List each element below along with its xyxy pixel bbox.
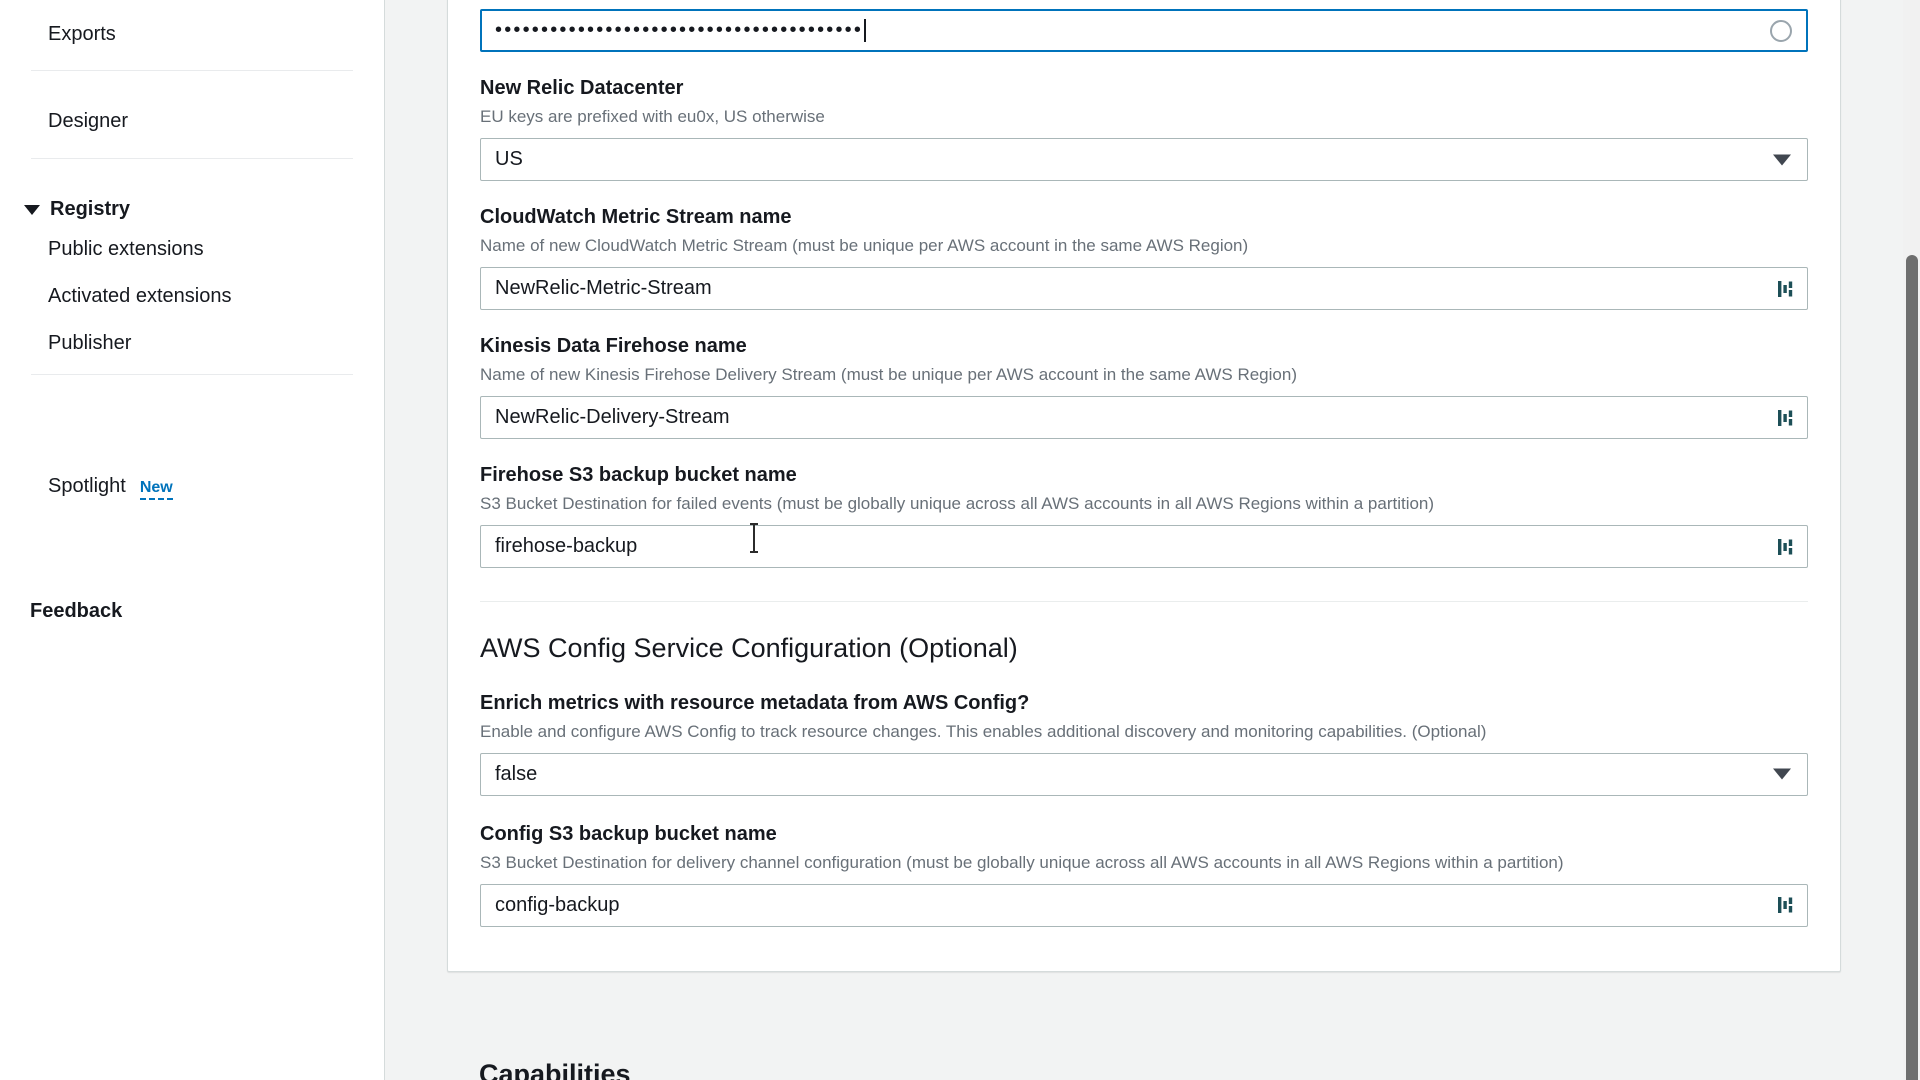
field-enrich-metrics: Enrich metrics with resource metadata fr… (480, 691, 1808, 796)
metric-stream-name-input[interactable] (480, 267, 1808, 311)
capabilities-heading: Capabilities (479, 1059, 631, 1080)
autofill-icon[interactable] (1776, 536, 1796, 558)
autofill-icon[interactable] (1776, 894, 1796, 916)
sidebar-item-public-extensions[interactable]: Public extensions (48, 238, 204, 261)
metric-stream-name-description: Name of new CloudWatch Metric Stream (mu… (480, 236, 1249, 256)
sidebar-item-feedback-label: Feedback (30, 600, 123, 622)
field-api-key: •••••••••••••••••••••••••••••••••••••••• (480, 0, 1808, 52)
firehose-s3-bucket-label: Firehose S3 backup bucket name (480, 464, 797, 487)
sidebar-item-publisher-label: Publisher (48, 332, 132, 354)
parameters-card: ••••••••••••••••••••••••••••••••••••••••… (447, 0, 1841, 972)
main-content-area: ••••••••••••••••••••••••••••••••••••••••… (385, 0, 1920, 1080)
chevron-down-icon (1773, 154, 1791, 166)
aws-config-section-title: AWS Config Service Configuration (Option… (480, 633, 1018, 664)
field-config-s3-bucket: Config S3 backup bucket name S3 Bucket D… (480, 822, 1808, 971)
chevron-down-icon (24, 204, 40, 215)
sidebar-item-exports[interactable]: Exports (48, 23, 116, 46)
sidebar-item-public-extensions-label: Public extensions (48, 238, 204, 260)
chevron-down-icon (1773, 768, 1791, 780)
sidebar-item-activated-extensions[interactable]: Activated extensions (48, 285, 231, 308)
section-divider (480, 601, 1808, 603)
sidebar-group-registry-label: Registry (50, 198, 131, 220)
text-caret (864, 19, 867, 42)
field-firehose-s3-bucket: Firehose S3 backup bucket name S3 Bucket… (480, 463, 1808, 569)
sidebar-divider-1 (31, 70, 353, 71)
enrich-metrics-description: Enable and configure AWS Config to track… (480, 721, 1487, 741)
new-relic-datacenter-value: US (495, 148, 523, 171)
sidebar-divider-3 (31, 374, 353, 375)
sidebar-item-feedback[interactable]: Feedback (30, 600, 122, 623)
sidebar-item-spotlight[interactable]: Spotlight New (48, 475, 173, 500)
config-s3-bucket-input-wrap (480, 883, 1808, 927)
new-relic-datacenter-select[interactable]: US (480, 138, 1808, 182)
cloudformation-quick-create-page: Exports Designer Registry Public extensi… (0, 0, 1920, 1080)
firehose-name-input-wrap (480, 396, 1808, 440)
field-firehose-name: Kinesis Data Firehose name Name of new K… (480, 334, 1808, 440)
firehose-name-input[interactable] (480, 396, 1808, 440)
new-relic-datacenter-label: New Relic Datacenter (480, 77, 684, 99)
aws-config-section: AWS Config Service Configuration (Option… (480, 632, 1808, 971)
api-key-input[interactable]: •••••••••••••••••••••••••••••••••••••••• (480, 9, 1808, 52)
sidebar-item-exports-label: Exports (48, 23, 116, 45)
enrich-metrics-select[interactable]: false (480, 752, 1808, 796)
config-s3-bucket-label: Config S3 backup bucket name (480, 822, 777, 845)
metric-stream-name-input-wrap (480, 267, 1808, 311)
sidebar-item-designer-label: Designer (48, 110, 129, 132)
left-sidebar-navigation: Exports Designer Registry Public extensi… (0, 0, 385, 1080)
metric-stream-name-label: CloudWatch Metric Stream name (480, 206, 792, 229)
firehose-s3-bucket-description: S3 Bucket Destination for failed events … (480, 494, 1435, 514)
new-badge[interactable]: New (139, 479, 173, 500)
sidebar-group-registry[interactable]: Registry (24, 198, 130, 221)
firehose-name-description: Name of new Kinesis Firehose Delivery St… (480, 365, 1297, 385)
firehose-name-label: Kinesis Data Firehose name (480, 335, 747, 358)
firehose-s3-bucket-input[interactable] (480, 525, 1808, 569)
config-s3-bucket-description: S3 Bucket Destination for delivery chann… (480, 852, 1564, 872)
sidebar-item-activated-extensions-label: Activated extensions (48, 285, 232, 307)
sidebar-item-publisher[interactable]: Publisher (48, 332, 131, 355)
sidebar-item-spotlight-label: Spotlight (48, 475, 126, 497)
api-key-input-wrap: •••••••••••••••••••••••••••••••••••••••• (480, 9, 1808, 52)
api-key-masked-value: •••••••••••••••••••••••••••••••••••••••• (495, 19, 864, 41)
enrich-metrics-label: Enrich metrics with resource metadata fr… (480, 691, 1030, 714)
firehose-s3-bucket-input-wrap (480, 523, 1808, 569)
sidebar-item-designer[interactable]: Designer (48, 110, 128, 133)
loading-spinner-icon (1770, 19, 1792, 42)
page-scrollbar-track[interactable] (1903, 0, 1920, 1080)
new-relic-datacenter-description: EU keys are prefixed with eu0x, US other… (480, 107, 825, 126)
autofill-icon[interactable] (1776, 278, 1796, 300)
autofill-icon[interactable] (1776, 407, 1796, 429)
config-s3-bucket-input[interactable] (480, 883, 1808, 927)
enrich-metrics-value: false (495, 762, 538, 785)
page-scrollbar-thumb[interactable] (1906, 255, 1918, 1080)
sidebar-divider-2 (31, 158, 353, 159)
field-new-relic-datacenter: New Relic Datacenter EU keys are prefixe… (480, 76, 1808, 182)
field-metric-stream-name: CloudWatch Metric Stream name Name of ne… (480, 205, 1808, 311)
